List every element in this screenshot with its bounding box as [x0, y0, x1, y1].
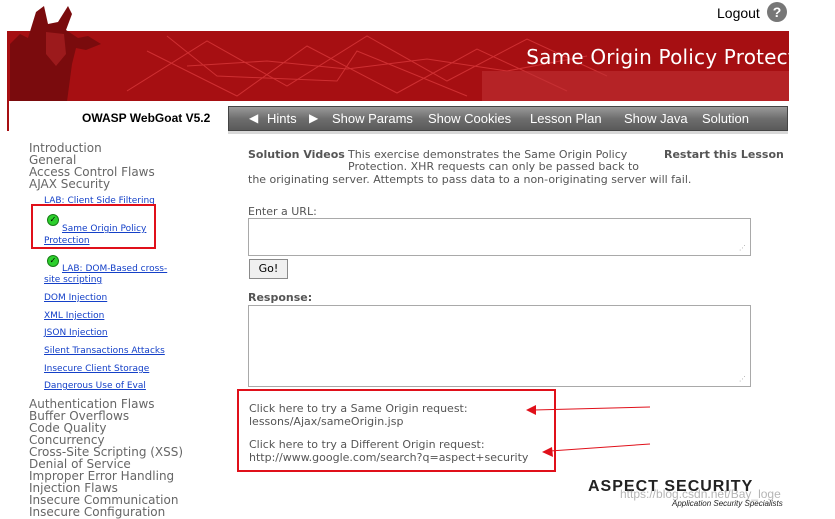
lesson-link-xml-injection[interactable]: XML Injection	[44, 310, 104, 322]
lesson-link-insecure-storage[interactable]: Insecure Client Storage	[44, 363, 149, 375]
completed-check-icon: ✓	[47, 255, 59, 267]
logout-link[interactable]: Logout	[717, 5, 760, 21]
lesson-link-same-origin-cont[interactable]: Protection	[44, 235, 90, 247]
arrowhead-left-icon	[542, 447, 553, 457]
triangle-left-icon[interactable]: ◀	[249, 111, 258, 125]
show-cookies-button[interactable]: Show Cookies	[428, 111, 511, 126]
lesson-link-dangerous-eval[interactable]: Dangerous Use of Eval	[44, 380, 146, 392]
triangle-right-icon[interactable]: ▶	[309, 111, 318, 125]
arrow-line	[549, 443, 651, 452]
same-origin-url: lessons/Ajax/sameOrigin.jsp	[249, 415, 404, 428]
url-input[interactable]	[248, 218, 751, 256]
completed-check-icon: ✓	[47, 214, 59, 226]
lesson-description-line3: the originating server. Attempts to pass…	[248, 173, 692, 186]
lesson-link-json-injection[interactable]: JSON Injection	[44, 327, 108, 339]
question-mark-icon[interactable]: ?	[767, 2, 787, 22]
lesson-link-dom-xss-cont[interactable]: site scripting	[44, 274, 102, 286]
show-java-button[interactable]: Show Java	[624, 111, 688, 126]
solution-videos-link[interactable]: Solution Videos	[248, 148, 345, 161]
hints-button[interactable]: Hints	[267, 111, 297, 126]
go-button[interactable]: Go!	[249, 259, 288, 279]
lesson-link-dom-injection[interactable]: DOM Injection	[44, 292, 107, 304]
annotation-arrows	[526, 405, 651, 457]
lesson-link-same-origin[interactable]: Same Origin Policy	[62, 223, 146, 235]
show-params-button[interactable]: Show Params	[332, 111, 413, 126]
restart-lesson-link[interactable]: Restart this Lesson	[664, 148, 784, 161]
arrowhead-left-icon	[526, 405, 536, 415]
same-origin-request-link[interactable]: Click here to try a Same Origin request:	[249, 402, 468, 415]
banner-title: Same Origin Policy Protection	[526, 45, 827, 69]
solution-button[interactable]: Solution	[702, 111, 749, 126]
response-textarea[interactable]	[248, 305, 751, 387]
watermark-text: https://blog.csdn.net/Bay_loge	[620, 487, 781, 501]
menu-category[interactable]: AJAX Security	[29, 177, 110, 191]
arrow-line	[533, 406, 651, 411]
lesson-plan-button[interactable]: Lesson Plan	[530, 111, 602, 126]
nav-shadow	[228, 131, 788, 134]
diff-origin-request-link[interactable]: Click here to try a Different Origin req…	[249, 438, 485, 451]
menu-category[interactable]: Insecure Configuration	[29, 505, 165, 519]
brand-title: OWASP WebGoat V5.2	[82, 111, 211, 125]
response-label: Response:	[248, 291, 313, 304]
lesson-link-silent-transactions[interactable]: Silent Transactions Attacks	[44, 345, 165, 357]
diff-origin-url: http://www.google.com/search?q=aspect+se…	[249, 451, 529, 464]
lesson-nav-bar: ◀ Hints ▶ Show Params Show Cookies Lesso…	[228, 106, 788, 131]
lesson-description-line2: Protection. XHR requests can only be pas…	[348, 160, 640, 173]
url-label: Enter a URL:	[248, 205, 317, 218]
